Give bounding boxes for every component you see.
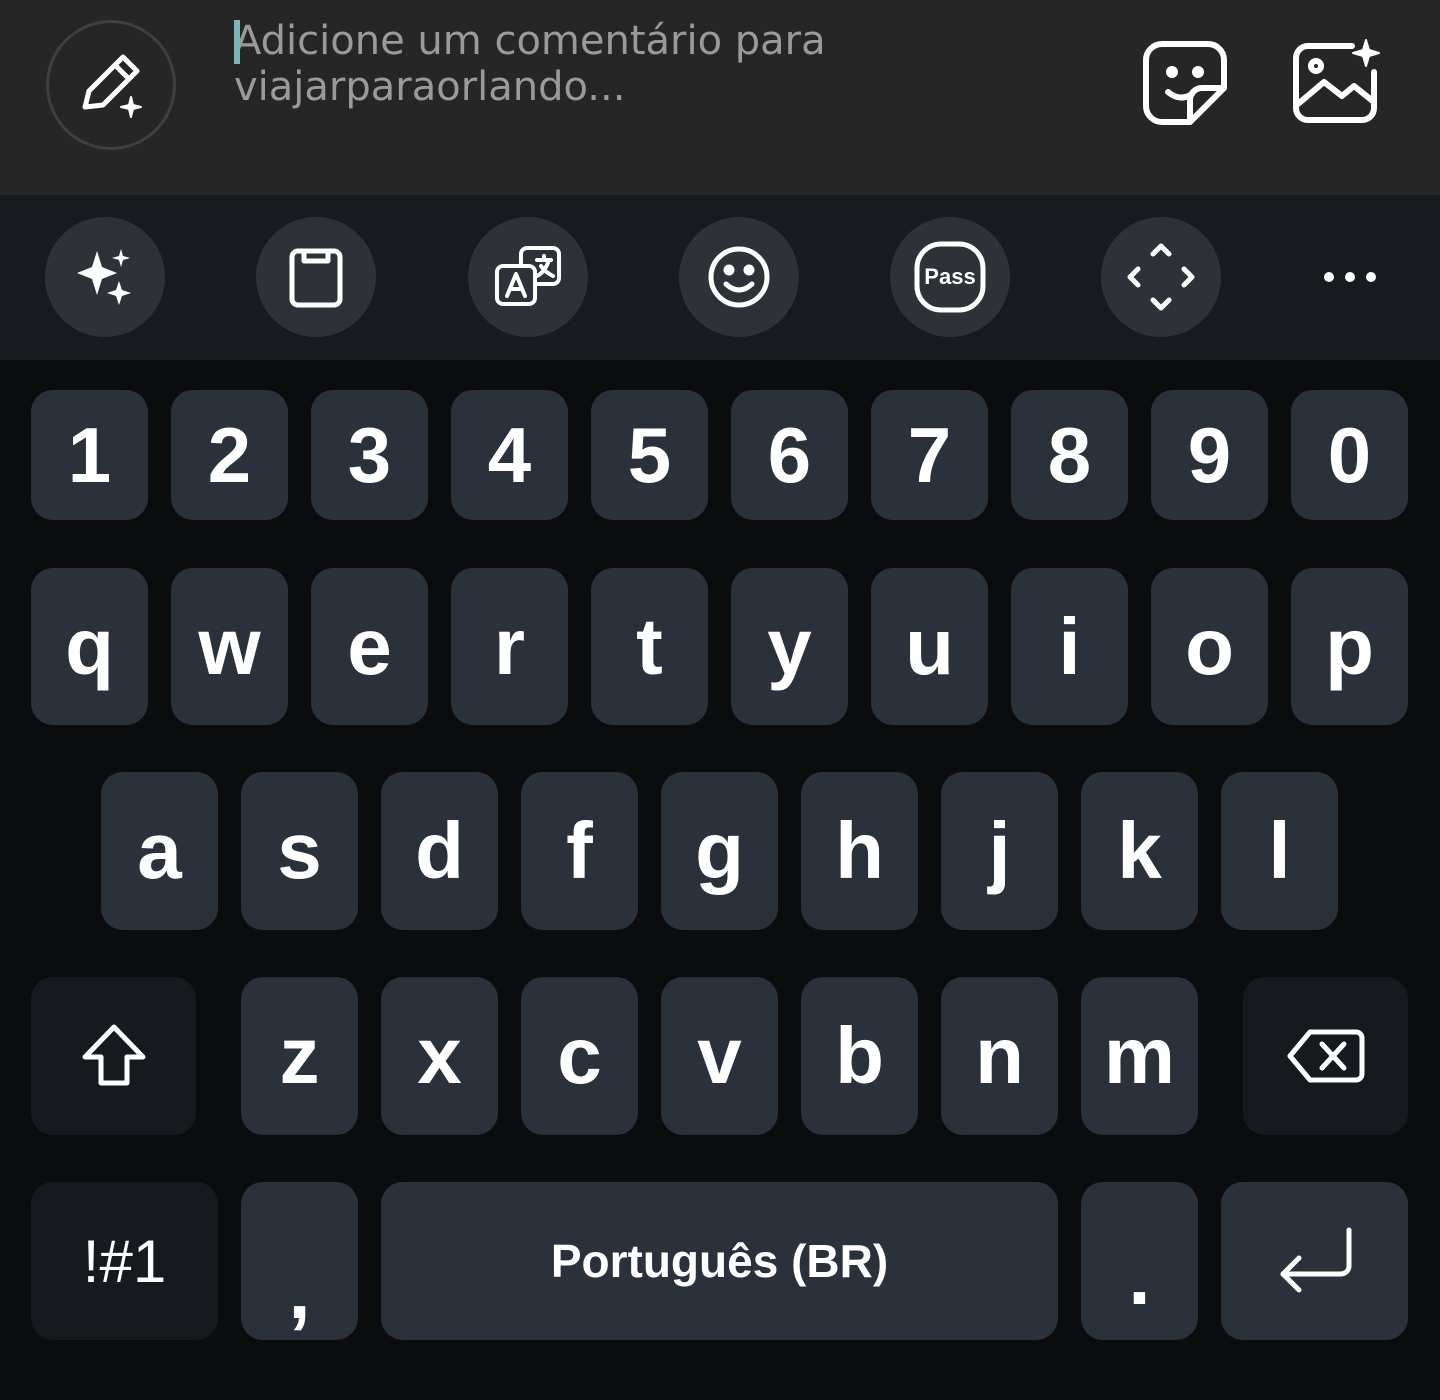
- key-j[interactable]: j: [941, 772, 1058, 930]
- key-v[interactable]: v: [661, 977, 778, 1135]
- sticker-icon: [1140, 38, 1230, 128]
- gif-image-button[interactable]: [1290, 38, 1382, 128]
- key-a[interactable]: a: [101, 772, 218, 930]
- key-h[interactable]: h: [801, 772, 918, 930]
- key-c[interactable]: c: [521, 977, 638, 1135]
- key-2[interactable]: 2: [171, 390, 288, 520]
- key-5[interactable]: 5: [591, 390, 708, 520]
- period-label: .: [1128, 1232, 1151, 1321]
- key-o[interactable]: o: [1151, 568, 1268, 725]
- emoji-icon: [706, 244, 772, 310]
- shift-arrow-icon: [79, 1021, 149, 1091]
- key-t[interactable]: t: [591, 568, 708, 725]
- placeholder-line-2: viajarparaorlando...: [234, 64, 626, 110]
- keyboard-toolbar: Pass: [0, 195, 1440, 360]
- ai-edit-button[interactable]: [46, 20, 176, 150]
- keyboard: 1 2 3 4 5 6 7 8 9 0 q w e r t y u i o p …: [0, 360, 1440, 1400]
- key-k[interactable]: k: [1081, 772, 1198, 930]
- key-d[interactable]: d: [381, 772, 498, 930]
- pass-button[interactable]: Pass: [890, 217, 1010, 337]
- more-icon: [1322, 270, 1378, 284]
- enter-arrow-icon: [1275, 1226, 1355, 1296]
- comment-composer: Adicione um comentário para viajarparaor…: [0, 0, 1440, 195]
- ai-sparkles-button[interactable]: [45, 217, 165, 337]
- placeholder-line-1: Adicione um comentário para: [234, 18, 826, 64]
- key-f[interactable]: f: [521, 772, 638, 930]
- key-4[interactable]: 4: [451, 390, 568, 520]
- key-z[interactable]: z: [241, 977, 358, 1135]
- ai-sparkles-icon: [73, 245, 137, 309]
- key-i[interactable]: i: [1011, 568, 1128, 725]
- key-p[interactable]: p: [1291, 568, 1408, 725]
- enter-key[interactable]: [1221, 1182, 1408, 1340]
- key-6[interactable]: 6: [731, 390, 848, 520]
- backspace-key[interactable]: [1243, 977, 1408, 1135]
- key-9[interactable]: 9: [1151, 390, 1268, 520]
- key-x[interactable]: x: [381, 977, 498, 1135]
- key-b[interactable]: b: [801, 977, 918, 1135]
- comment-input[interactable]: Adicione um comentário para viajarparaor…: [234, 18, 1114, 118]
- backspace-icon: [1286, 1026, 1366, 1086]
- key-8[interactable]: 8: [1011, 390, 1128, 520]
- key-7[interactable]: 7: [871, 390, 988, 520]
- translate-button[interactable]: [468, 217, 588, 337]
- key-e[interactable]: e: [311, 568, 428, 725]
- space-key[interactable]: Português (BR): [381, 1182, 1058, 1340]
- key-q[interactable]: q: [31, 568, 148, 725]
- symbols-key[interactable]: !#1: [31, 1182, 218, 1340]
- key-y[interactable]: y: [731, 568, 848, 725]
- text-caret: [234, 20, 240, 64]
- image-sparkle-icon: [1290, 38, 1382, 128]
- key-n[interactable]: n: [941, 977, 1058, 1135]
- clipboard-button[interactable]: [256, 217, 376, 337]
- shift-key[interactable]: [31, 977, 196, 1135]
- key-3[interactable]: 3: [311, 390, 428, 520]
- pencil-sparkle-icon: [71, 45, 151, 125]
- translate-icon: [493, 244, 563, 310]
- resize-keyboard-button[interactable]: [1101, 217, 1221, 337]
- key-u[interactable]: u: [871, 568, 988, 725]
- clipboard-icon: [286, 245, 346, 309]
- key-r[interactable]: r: [451, 568, 568, 725]
- comma-label: ,: [288, 1246, 311, 1335]
- key-w[interactable]: w: [171, 568, 288, 725]
- emoji-button[interactable]: [679, 217, 799, 337]
- more-button[interactable]: [1300, 217, 1400, 337]
- sticker-button[interactable]: [1140, 38, 1230, 128]
- key-s[interactable]: s: [241, 772, 358, 930]
- key-0[interactable]: 0: [1291, 390, 1408, 520]
- key-m[interactable]: m: [1081, 977, 1198, 1135]
- key-l[interactable]: l: [1221, 772, 1338, 930]
- pass-icon: Pass: [913, 240, 987, 314]
- comma-key[interactable]: ,: [241, 1182, 358, 1340]
- key-g[interactable]: g: [661, 772, 778, 930]
- resize-keyboard-icon: [1126, 242, 1196, 312]
- pass-label: Pass: [924, 264, 976, 289]
- key-1[interactable]: 1: [31, 390, 148, 520]
- period-key[interactable]: .: [1081, 1182, 1198, 1340]
